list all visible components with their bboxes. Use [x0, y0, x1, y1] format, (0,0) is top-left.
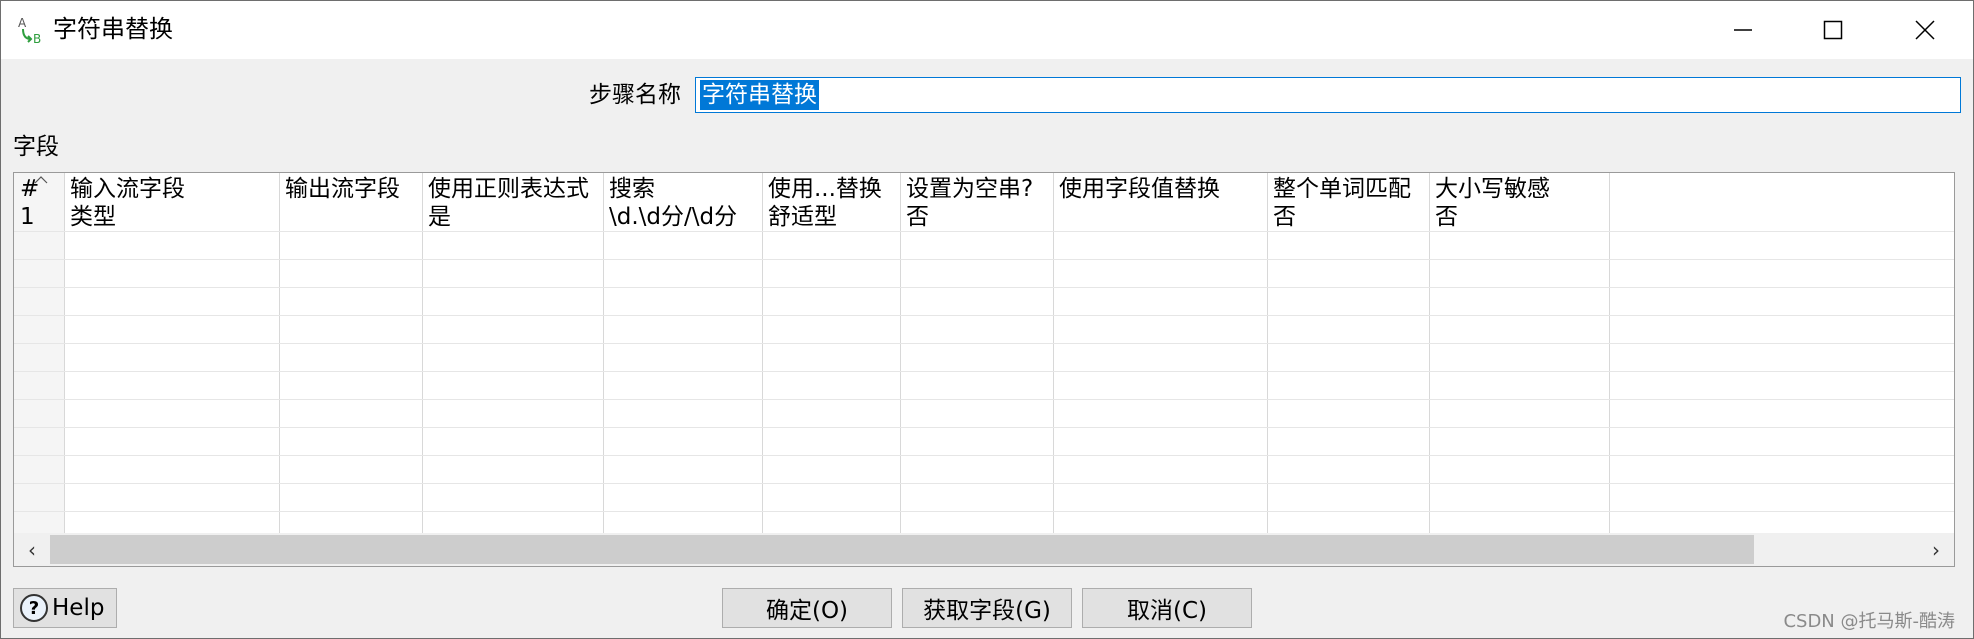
window-title: 字符串替换 [53, 15, 173, 43]
minimize-button[interactable] [1697, 1, 1789, 59]
string-replace-icon: A B [18, 16, 41, 45]
table-cell[interactable]: 否 [1273, 201, 1296, 233]
cancel-button[interactable]: 取消(C) [1082, 588, 1252, 628]
fields-table[interactable]: # 输入流字段 输出流字段 使用正则表达式 搜索 使用...替换 设置为空串? … [13, 172, 1955, 567]
horizontal-scrollbar[interactable]: ‹ › [14, 533, 1954, 566]
cancel-label: 取消(C) [1126, 598, 1207, 624]
table-cell[interactable]: 类型 [70, 201, 116, 233]
table-cell[interactable]: \d.\d分/\d分 [609, 201, 737, 233]
table-cell[interactable]: 是 [428, 201, 451, 233]
title-bar: A B 字符串替换 [1, 1, 1973, 59]
scroll-right-icon[interactable]: › [1918, 533, 1954, 566]
table-cell-number: 1 [20, 204, 35, 230]
svg-text:A: A [18, 16, 27, 30]
help-button[interactable]: ? Help [13, 588, 117, 628]
help-label: Help [52, 595, 105, 621]
column-out-stream-field [280, 173, 423, 533]
close-button[interactable] [1879, 1, 1971, 59]
help-icon: ? [20, 594, 48, 622]
scrollbar-thumb[interactable] [50, 535, 1754, 564]
watermark: CSDN @托马斯-酷涛 [1783, 611, 1955, 632]
close-icon [1915, 20, 1935, 40]
sort-caret-icon [34, 176, 48, 184]
scroll-left-icon[interactable]: ‹ [14, 533, 50, 566]
svg-text:B: B [33, 32, 41, 45]
dialog-window: A B 字符串替换 步骤名称 字符串替换 字段 # 输入流字段 输出流字段 使用… [0, 0, 1974, 639]
step-name-input[interactable]: 字符串替换 [695, 77, 1961, 113]
table-cell[interactable]: 舒适型 [768, 201, 837, 233]
maximize-button[interactable] [1787, 1, 1879, 59]
fields-label: 字段 [13, 134, 59, 160]
minimize-icon [1734, 29, 1752, 31]
ok-button[interactable]: 确定(O) [722, 588, 892, 628]
table-cell[interactable]: 否 [906, 201, 929, 233]
table-cell[interactable]: 否 [1435, 201, 1458, 233]
maximize-icon [1823, 20, 1843, 40]
table-header[interactable]: 使用正则表达式 [428, 173, 589, 205]
table-header[interactable]: 使用字段值替换 [1059, 173, 1220, 205]
get-fields-label: 获取字段(G) [923, 598, 1051, 624]
step-name-value: 字符串替换 [700, 80, 819, 110]
get-fields-button[interactable]: 获取字段(G) [902, 588, 1072, 628]
column-replace-field [1054, 173, 1268, 533]
ok-label: 确定(O) [765, 598, 849, 624]
table-header[interactable]: 输出流字段 [285, 173, 400, 205]
step-name-label: 步骤名称 [589, 82, 681, 108]
